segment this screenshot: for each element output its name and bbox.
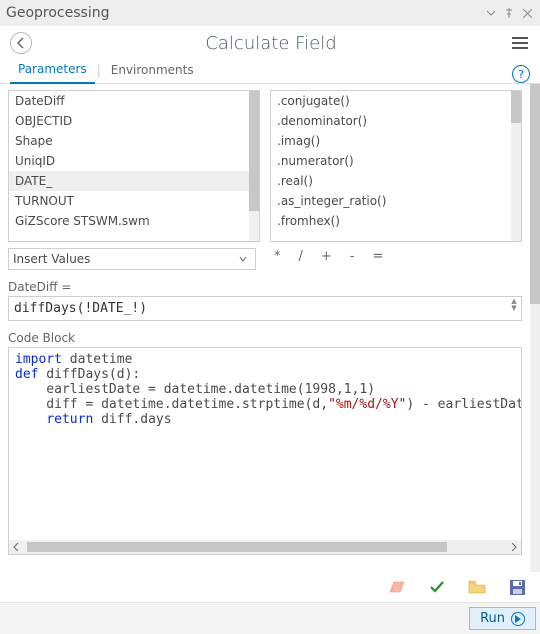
operator-button[interactable]: + (321, 249, 332, 264)
dropdown-label: Insert Values (13, 252, 235, 266)
tab-bar: Parameters | Environments ? (0, 60, 540, 84)
run-label: Run (480, 611, 505, 626)
list-item[interactable]: TURNOUT (9, 191, 249, 211)
list-item[interactable]: OBJECTID (9, 111, 249, 131)
list-item[interactable]: .numerator() (271, 151, 511, 171)
content-scrollbar[interactable] (530, 84, 540, 572)
save-icon[interactable] (508, 578, 526, 596)
help-icon[interactable]: ? (512, 65, 530, 83)
tool-toolbar: Calculate Field (0, 26, 540, 60)
horizontal-scrollbar[interactable] (9, 540, 521, 554)
expression-label: DateDiff = (8, 280, 522, 294)
chevron-down-icon (235, 252, 251, 266)
list-item[interactable]: UniqID (9, 151, 249, 171)
scrollbar[interactable] (249, 91, 259, 241)
play-icon (511, 612, 525, 626)
list-item[interactable]: .as_integer_ratio() (271, 191, 511, 211)
operator-button[interactable]: = (373, 249, 384, 264)
scroll-thumb[interactable] (27, 542, 447, 552)
tab-parameters[interactable]: Parameters (10, 58, 95, 84)
insert-values-dropdown[interactable]: Insert Values (8, 248, 256, 270)
list-item[interactable]: DATE_ (9, 171, 249, 191)
back-button[interactable] (10, 32, 32, 54)
code-text[interactable]: import datetime def diffDays(d): earlies… (9, 348, 521, 540)
expression-input[interactable] (8, 296, 522, 321)
list-item[interactable]: .real() (271, 171, 511, 191)
stepper[interactable]: ▲ ▼ (508, 298, 520, 312)
operator-button[interactable]: * (274, 249, 281, 264)
fields-listbox[interactable]: DateDiffOBJECTIDShapeUniqIDDATE_TURNOUTG… (8, 90, 260, 242)
check-icon[interactable] (428, 578, 446, 596)
run-button[interactable]: Run (469, 607, 536, 630)
list-item[interactable]: .imag() (271, 131, 511, 151)
scroll-left-icon[interactable] (9, 540, 23, 554)
list-item[interactable]: .conjugate() (271, 91, 511, 111)
panel-header: Geoprocessing (0, 0, 540, 26)
dropdown-icon[interactable] (484, 6, 498, 20)
close-icon[interactable] (520, 6, 534, 20)
panel-title: Geoprocessing (6, 5, 484, 21)
list-item[interactable]: .fromhex() (271, 211, 511, 231)
helpers-listbox[interactable]: .conjugate().denominator().imag().numera… (270, 90, 522, 242)
hamburger-icon[interactable] (510, 33, 530, 53)
list-item[interactable]: GiZScore STSWM.swm (9, 211, 249, 231)
tool-name: Calculate Field (32, 33, 510, 54)
code-block[interactable]: import datetime def diffDays(d): earlies… (8, 347, 522, 555)
tab-environments[interactable]: Environments (103, 59, 202, 83)
tab-separator: | (95, 63, 103, 83)
list-item[interactable]: Shape (9, 131, 249, 151)
scroll-right-icon[interactable] (507, 540, 521, 554)
eraser-icon[interactable] (388, 578, 406, 596)
footer: Run (0, 602, 540, 634)
pin-icon[interactable] (502, 6, 516, 20)
step-down-icon[interactable]: ▼ (508, 305, 520, 312)
codeblock-label: Code Block (8, 331, 522, 345)
content-area: DateDiffOBJECTIDShapeUniqIDDATE_TURNOUTG… (0, 84, 540, 572)
folder-icon[interactable] (468, 578, 486, 596)
action-bar (0, 572, 540, 602)
operator-button[interactable]: / (299, 249, 303, 264)
scrollbar[interactable] (511, 91, 521, 241)
list-item[interactable]: DateDiff (9, 91, 249, 111)
operators-row: * / + - = (266, 242, 383, 270)
operator-button[interactable]: - (350, 249, 355, 264)
list-item[interactable]: .denominator() (271, 111, 511, 131)
